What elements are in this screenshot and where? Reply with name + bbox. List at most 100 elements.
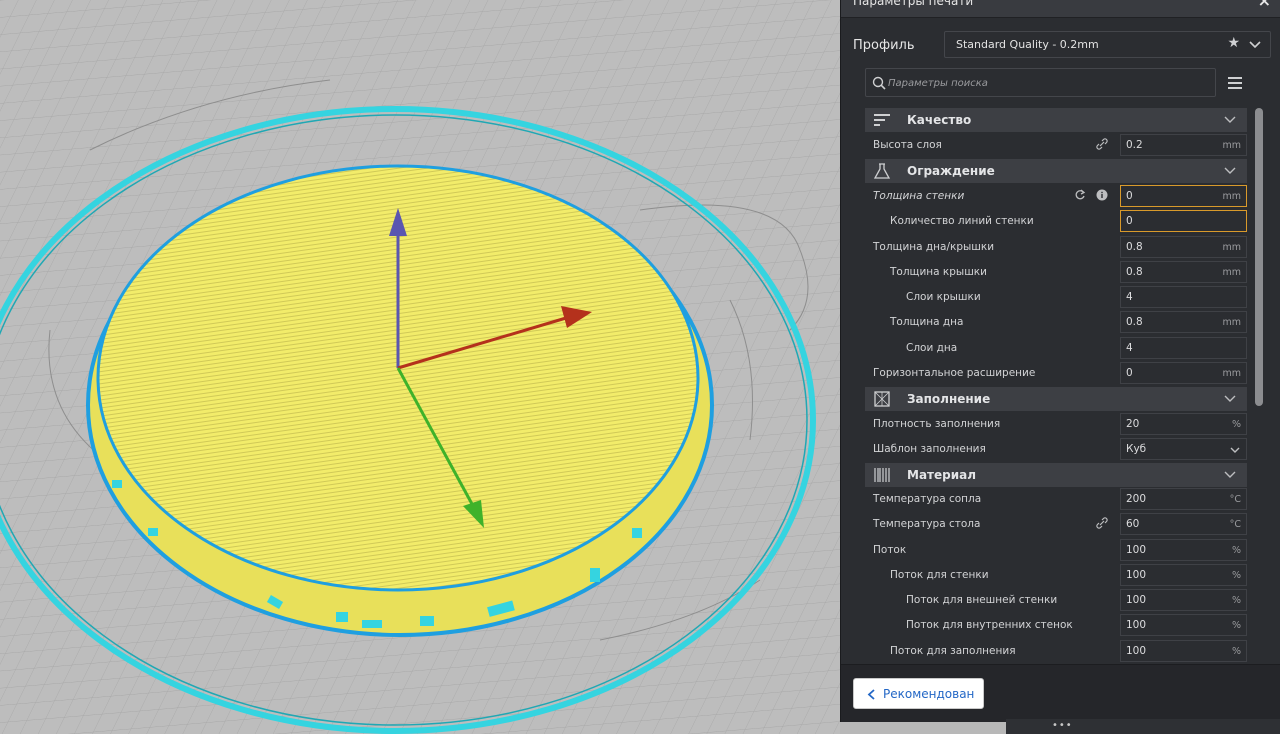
link-icon[interactable] bbox=[1096, 517, 1108, 529]
link-icon[interactable] bbox=[1096, 138, 1108, 150]
print-settings-panel: Параметры печати × Профиль Standard Qual… bbox=[840, 0, 1280, 722]
chevron-left-icon bbox=[867, 689, 875, 700]
setting-input[interactable]: 4 bbox=[1120, 337, 1247, 359]
setting-label: Слои дна bbox=[906, 342, 958, 354]
setting-input[interactable]: 0 bbox=[1120, 210, 1247, 232]
search-input[interactable] bbox=[888, 73, 1208, 93]
setting-label: Слои крышки bbox=[906, 291, 981, 303]
setting-unit: mm bbox=[1222, 267, 1241, 278]
setting-row: Слои дна 4 bbox=[865, 336, 1247, 361]
setting-input[interactable]: 20% bbox=[1120, 413, 1247, 435]
setting-value: 0.2 bbox=[1126, 139, 1143, 151]
setting-select[interactable]: Куб bbox=[1120, 438, 1247, 460]
panel-header[interactable]: Параметры печати × bbox=[841, 0, 1280, 18]
recommended-label: Рекомендован bbox=[883, 687, 975, 701]
setting-row: Толщина стенки 0 mm bbox=[865, 184, 1247, 209]
search-box[interactable] bbox=[865, 68, 1216, 97]
setting-value: 100 bbox=[1126, 569, 1147, 581]
settings-list[interactable]: Качество Высота слоя 0.2 mm Ограждение Толщин… bbox=[865, 108, 1248, 664]
setting-input[interactable]: 100% bbox=[1120, 589, 1247, 611]
infill-icon bbox=[874, 391, 890, 407]
category-label: Ограждение bbox=[907, 164, 995, 178]
setting-row: Высота слоя 0.2 mm bbox=[865, 133, 1247, 158]
category-header-0[interactable]: Качество bbox=[865, 108, 1247, 132]
setting-row: Поток для заполнения 100% bbox=[865, 639, 1247, 664]
setting-label: Шаблон заполнения bbox=[873, 443, 986, 455]
setting-row: Горизонтальное расширение 0 mm bbox=[865, 361, 1247, 386]
setting-unit: % bbox=[1231, 545, 1241, 556]
reset-icon[interactable] bbox=[1074, 189, 1086, 201]
setting-unit: mm bbox=[1222, 242, 1241, 253]
setting-unit: % bbox=[1231, 419, 1241, 430]
setting-unit: mm bbox=[1222, 191, 1241, 202]
info-icon[interactable] bbox=[1096, 189, 1108, 201]
setting-input[interactable]: 0.2 mm bbox=[1120, 134, 1247, 156]
chevron-down-icon bbox=[1230, 447, 1240, 453]
setting-value: 100 bbox=[1126, 544, 1147, 556]
panel-title: Параметры печати bbox=[853, 0, 974, 8]
setting-unit: % bbox=[1231, 646, 1241, 657]
setting-value: Куб bbox=[1126, 443, 1147, 455]
close-icon[interactable]: × bbox=[1258, 0, 1271, 10]
setting-row: Толщина дна 0.8 mm bbox=[865, 310, 1247, 335]
profile-label: Профиль bbox=[853, 38, 915, 53]
setting-label: Горизонтальное расширение bbox=[873, 367, 1036, 379]
setting-value: 60 bbox=[1126, 518, 1140, 530]
recommended-button[interactable]: Рекомендован bbox=[853, 678, 984, 709]
shell-icon bbox=[873, 163, 891, 179]
setting-value: 100 bbox=[1126, 594, 1147, 606]
setting-value: 0 bbox=[1126, 215, 1133, 227]
setting-value: 4 bbox=[1126, 342, 1133, 354]
setting-row: Поток 100% bbox=[865, 538, 1247, 563]
setting-label: Толщина дна/крышки bbox=[873, 241, 995, 253]
panel-footer: Рекомендован bbox=[841, 664, 1280, 722]
setting-input[interactable]: 100% bbox=[1120, 564, 1247, 586]
setting-value: 100 bbox=[1126, 619, 1147, 631]
setting-value: 0.8 bbox=[1126, 316, 1143, 328]
setting-input[interactable]: 0 mm bbox=[1120, 362, 1247, 384]
setting-row: Плотность заполнения 20% bbox=[865, 412, 1247, 437]
star-icon[interactable]: ★ bbox=[1227, 35, 1240, 51]
setting-row: Шаблон заполнения Куб bbox=[865, 437, 1247, 462]
profile-select[interactable]: Standard Quality - 0.2mm ★ bbox=[944, 31, 1271, 58]
setting-label: Толщина дна bbox=[890, 316, 964, 328]
setting-input[interactable]: 0.8 mm bbox=[1120, 236, 1247, 258]
menu-icon[interactable] bbox=[1228, 77, 1242, 89]
scrollbar[interactable] bbox=[1255, 108, 1263, 406]
setting-unit: % bbox=[1231, 570, 1241, 581]
quality-icon bbox=[874, 114, 890, 126]
setting-input[interactable]: 100% bbox=[1120, 539, 1247, 561]
setting-row: Слои крышки 4 bbox=[865, 285, 1247, 310]
setting-input[interactable]: 4 bbox=[1120, 286, 1247, 308]
setting-label: Поток для стенки bbox=[890, 569, 989, 581]
category-header-1[interactable]: Ограждение bbox=[865, 159, 1247, 183]
setting-input[interactable]: 200 °C bbox=[1120, 488, 1247, 510]
panel-resize-handle[interactable]: ••• bbox=[1006, 719, 1280, 734]
setting-input[interactable]: 100% bbox=[1120, 640, 1247, 662]
category-label: Заполнение bbox=[907, 392, 991, 406]
search-icon bbox=[872, 76, 886, 90]
setting-input[interactable]: 60 °C bbox=[1120, 513, 1247, 535]
setting-unit: % bbox=[1231, 620, 1241, 631]
setting-value: 100 bbox=[1126, 645, 1147, 657]
setting-label: Температура стола bbox=[873, 518, 981, 530]
category-header-2[interactable]: Заполнение bbox=[865, 387, 1247, 411]
setting-value: 20 bbox=[1126, 418, 1140, 430]
setting-input[interactable]: 100% bbox=[1120, 614, 1247, 636]
setting-row: Температура стола 60 °C bbox=[865, 512, 1247, 537]
setting-input[interactable]: 0.8 mm bbox=[1120, 311, 1247, 333]
category-header-3[interactable]: Материал bbox=[865, 463, 1247, 487]
category-label: Материал bbox=[907, 468, 977, 482]
chevron-down-icon bbox=[1224, 167, 1236, 174]
setting-value: 200 bbox=[1126, 493, 1147, 505]
setting-input[interactable]: 0.8 mm bbox=[1120, 261, 1247, 283]
setting-unit: mm bbox=[1222, 317, 1241, 328]
setting-label: Количество линий стенки bbox=[890, 215, 1034, 227]
setting-row: Поток для внутренних стенок 100% bbox=[865, 613, 1247, 638]
setting-label: Поток для внешней стенки bbox=[906, 594, 1058, 606]
setting-value: 0 bbox=[1126, 190, 1133, 202]
material-icon bbox=[874, 468, 890, 482]
setting-input[interactable]: 0 mm bbox=[1120, 185, 1247, 207]
setting-value: 0 bbox=[1126, 367, 1133, 379]
grip-icon: ••• bbox=[1052, 720, 1073, 731]
